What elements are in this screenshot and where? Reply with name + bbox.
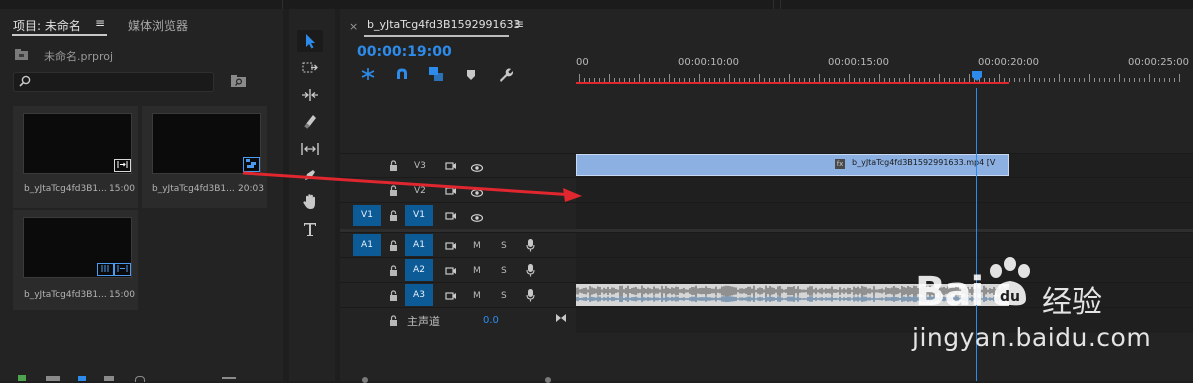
svg-text:du: du bbox=[1000, 289, 1020, 305]
baidu-watermark: Bai du 经验 jingyan.baidu.com bbox=[900, 255, 1190, 375]
watermark-url: jingyan.baidu.com bbox=[912, 323, 1152, 352]
watermark-brand-left: Bai bbox=[915, 269, 984, 315]
watermark-brand-right: 经验 bbox=[1042, 285, 1102, 320]
paw-logo: du bbox=[986, 257, 1034, 312]
